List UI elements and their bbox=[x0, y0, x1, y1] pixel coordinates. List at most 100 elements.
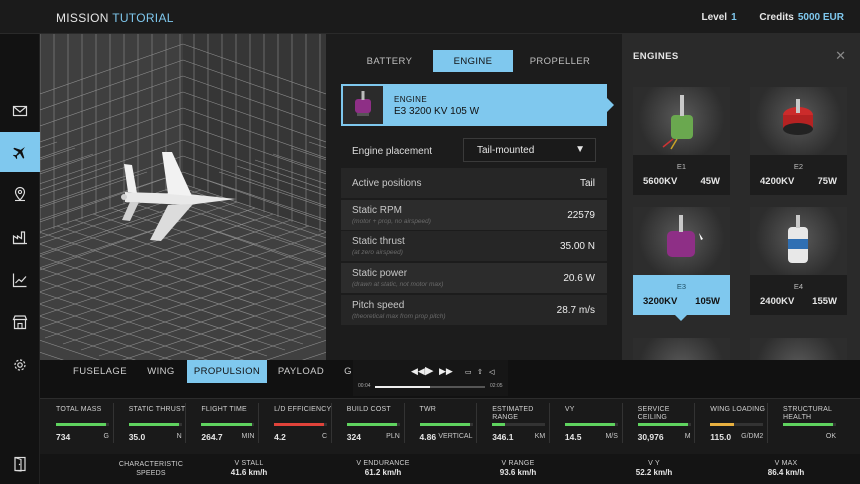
stat-service-ceiling: SERVICE CEILING 30,976 M bbox=[621, 399, 695, 455]
speeds-bar: CHARACTERISTIC SPEEDS V STALL 41.6 km/h … bbox=[40, 454, 860, 484]
engine-image bbox=[750, 87, 847, 155]
stat-vy: VY 14.5 M/S bbox=[548, 399, 622, 455]
motor-icon bbox=[783, 99, 813, 135]
engine-card-next-2[interactable] bbox=[750, 338, 847, 360]
sidebar-item-factory[interactable] bbox=[0, 217, 40, 257]
engine-placement-row: Engine placement Tail-mounted ▼ bbox=[341, 136, 607, 166]
stat-unit: G bbox=[103, 433, 109, 440]
stat-bar bbox=[201, 423, 255, 426]
selected-engine-label: ENGINE bbox=[394, 95, 428, 104]
video-progress-bar[interactable] bbox=[375, 386, 485, 388]
stat-value: 115.0 bbox=[710, 432, 732, 442]
stat-bar bbox=[637, 423, 691, 426]
video-progress-fill bbox=[375, 386, 430, 388]
sidebar-item-settings[interactable] bbox=[0, 345, 40, 385]
mail-icon bbox=[12, 105, 28, 117]
selected-engine-card[interactable]: ENGINE E3 3200 KV 105 W bbox=[341, 84, 614, 126]
sidebar-item-mail[interactable] bbox=[0, 91, 40, 131]
engine-card-e2[interactable]: E2 4200KV 75W bbox=[750, 87, 847, 195]
pip-icon[interactable]: ▭ bbox=[465, 368, 472, 376]
stat-build-cost: BUILD COST 324 PLN bbox=[330, 399, 404, 455]
video-player-bar: ◀◀ ▶ ▶▶ ▭ ⇧ ◁ 00:04 02:05 bbox=[353, 360, 508, 396]
stat-unit: VERTICAL bbox=[438, 433, 473, 440]
engine-card-e1[interactable]: E1 5600KV 45W bbox=[633, 87, 730, 195]
stat-bar-fill bbox=[56, 423, 107, 426]
stat-bar bbox=[710, 423, 764, 426]
tab-payload[interactable]: PAYLOAD bbox=[271, 360, 331, 383]
tab-fuselage[interactable]: FUSELAGE bbox=[64, 360, 136, 383]
stat-flight-time: FLIGHT TIME 264.7 MIN bbox=[185, 399, 258, 455]
spec-row-static-power: Static power (drawn at static, not motor… bbox=[341, 263, 607, 293]
stat-unit: M bbox=[684, 433, 691, 440]
share-icon[interactable]: ⇧ bbox=[477, 368, 483, 376]
component-tabs: BATTERY ENGINE PROPELLER bbox=[341, 50, 607, 72]
stat-value: 4.86 bbox=[419, 432, 437, 442]
speed-v-endurance: V ENDURANCE 61.2 km/h bbox=[356, 460, 410, 477]
engine-card-e4[interactable]: E4 2400KV 155W bbox=[750, 207, 847, 315]
tab-propulsion[interactable]: PROPULSION bbox=[187, 360, 267, 383]
engine-image bbox=[633, 207, 730, 275]
rewind-icon[interactable]: ◀◀ bbox=[411, 366, 425, 377]
spec-row-static-thrust: Static thrust (at zero airspeed) 35.00 N bbox=[341, 231, 607, 261]
credits-value: 5000 EUR bbox=[797, 12, 844, 23]
engines-panel: ENGINES ✕ E1 5600KV 45W E2 4200KV 75W E3… bbox=[622, 34, 860, 360]
stat-bar bbox=[274, 423, 328, 426]
stat-bar-fill bbox=[564, 423, 616, 426]
stat-bar bbox=[783, 423, 836, 426]
sidebar-item-exit[interactable] bbox=[0, 444, 40, 484]
stat-value: 30,976 bbox=[637, 432, 664, 442]
stat-bar bbox=[419, 423, 473, 426]
spec-row-static-rpm: Static RPM (motor + prop, no airspeed) 2… bbox=[341, 200, 607, 230]
stat-label: ESTIMATED RANGE bbox=[492, 406, 534, 421]
sidebar-item-design[interactable] bbox=[0, 132, 46, 172]
play-icon[interactable]: ▶ bbox=[425, 364, 433, 377]
stat-label: TWR bbox=[419, 406, 437, 413]
sidebar-item-map[interactable] bbox=[0, 174, 40, 214]
engine-image bbox=[750, 338, 847, 360]
aircraft-viewport[interactable] bbox=[40, 34, 326, 360]
fast-forward-icon[interactable]: ▶▶ bbox=[439, 366, 453, 377]
stat-label: BUILD COST bbox=[346, 406, 391, 413]
stat-bar-fill bbox=[637, 423, 688, 426]
factory-icon bbox=[12, 231, 27, 245]
spec-row-active-positions: Active positions Tail bbox=[341, 168, 607, 198]
tab-battery[interactable]: BATTERY bbox=[341, 50, 438, 72]
stat-divider bbox=[767, 403, 768, 443]
stat-label: L/D EFFICIENCY bbox=[274, 406, 332, 413]
stat-bar-fill bbox=[128, 423, 180, 426]
volume-icon[interactable]: ◁ bbox=[489, 368, 494, 376]
level-value: 1 bbox=[731, 12, 737, 23]
engine-card-e3[interactable]: E3 3200KV 105W bbox=[633, 207, 730, 321]
stat-value: 35.0 bbox=[128, 432, 146, 442]
stat-bar-fill bbox=[710, 423, 735, 426]
close-icon[interactable]: ✕ bbox=[835, 48, 846, 64]
tab-propeller[interactable]: PROPELLER bbox=[513, 50, 607, 72]
stat-divider bbox=[330, 403, 332, 443]
tab-wing[interactable]: WING bbox=[136, 360, 186, 383]
component-panel: BATTERY ENGINE PROPELLER ENGINE E3 3200 … bbox=[326, 34, 622, 360]
stat-structural-health: STRUCTURAL HEALTH OK bbox=[767, 399, 840, 455]
engine-image bbox=[633, 87, 730, 155]
sidebar-item-stats[interactable] bbox=[0, 260, 40, 300]
stat-bar-fill bbox=[419, 423, 470, 426]
speeds-label: CHARACTERISTIC SPEEDS bbox=[118, 461, 184, 477]
sidebar-item-shop[interactable] bbox=[0, 302, 40, 342]
store-icon bbox=[12, 315, 28, 330]
motor-icon bbox=[667, 215, 703, 257]
stat-unit: PLN bbox=[386, 433, 400, 440]
gear-icon bbox=[14, 359, 26, 371]
speed-v-max: V MAX 86.4 km/h bbox=[767, 460, 805, 477]
chart-icon bbox=[12, 273, 27, 288]
tab-engine[interactable]: ENGINE bbox=[433, 50, 513, 72]
speed-v-range: V RANGE 93.6 km/h bbox=[499, 460, 537, 477]
stat-value: 734 bbox=[56, 432, 71, 442]
selected-engine-name: E3 3200 KV 105 W bbox=[394, 106, 480, 117]
engine-image bbox=[750, 207, 847, 275]
stat-bar bbox=[128, 423, 182, 426]
engine-card-next-1[interactable] bbox=[633, 338, 730, 360]
stat-unit: G/DM2 bbox=[741, 433, 764, 440]
video-time-end: 02:05 bbox=[490, 383, 503, 389]
speed-v-stall: V STALL 41.6 km/h bbox=[230, 460, 268, 477]
engine-placement-dropdown[interactable]: Tail-mounted ▼ bbox=[463, 138, 596, 162]
status-area: Level 1 Credits 5000 EUR bbox=[697, 12, 844, 23]
